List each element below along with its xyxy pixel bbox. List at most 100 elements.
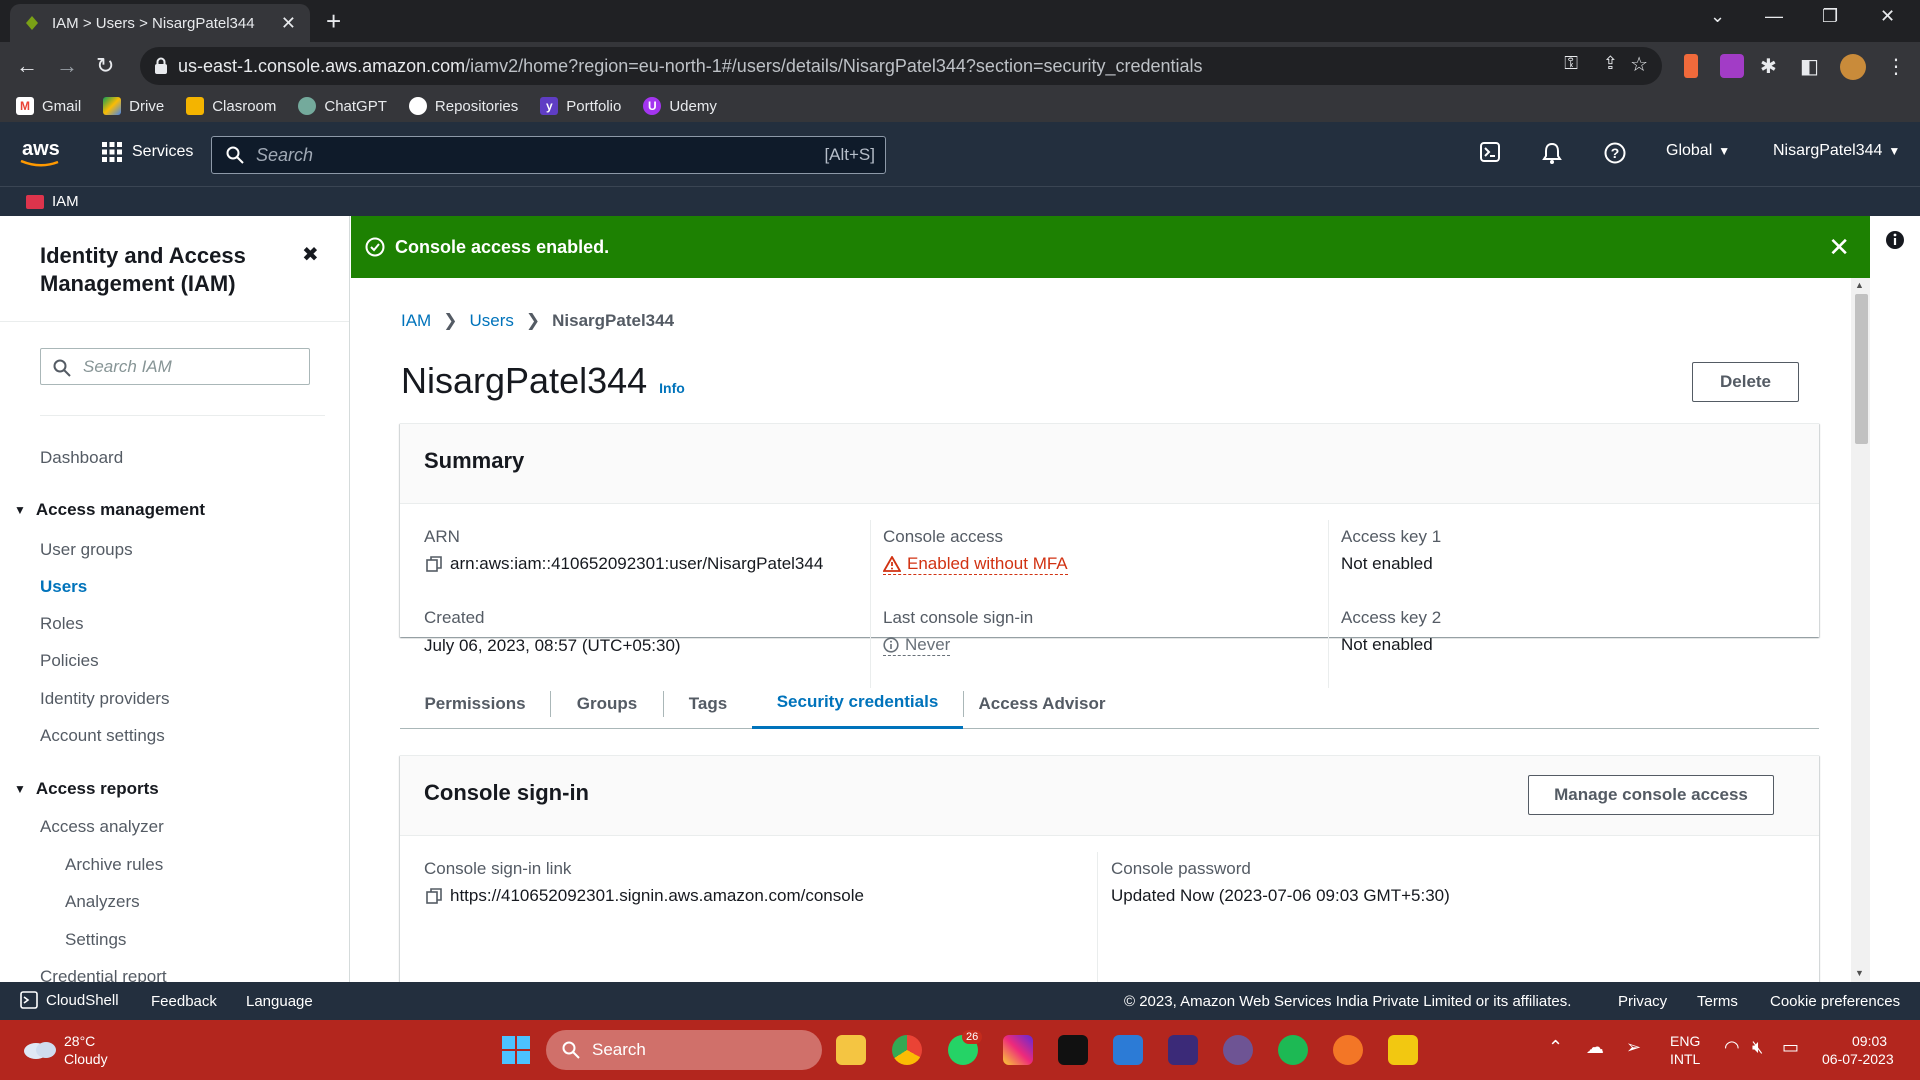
reload-icon[interactable]: ↻ bbox=[96, 52, 114, 80]
github-desktop-icon[interactable] bbox=[1223, 1035, 1253, 1065]
copy-icon[interactable] bbox=[426, 556, 442, 572]
sidebar-item-policies[interactable]: Policies bbox=[40, 651, 99, 671]
language-link[interactable]: Language bbox=[246, 993, 313, 1010]
close-icon[interactable]: ✖ bbox=[302, 242, 319, 267]
aws-logo[interactable]: aws bbox=[20, 138, 60, 167]
region-selector[interactable]: Global ▼ bbox=[1666, 142, 1730, 160]
bookmark-repositories[interactable]: Repositories bbox=[408, 97, 518, 115]
sidebar-item-account-settings[interactable]: Account settings bbox=[40, 726, 165, 746]
back-icon[interactable]: ← bbox=[16, 52, 38, 80]
notifications-bell-icon[interactable] bbox=[1542, 142, 1562, 164]
aws-search-input[interactable]: Search [Alt+S] bbox=[211, 136, 886, 174]
sidebar-item-roles[interactable]: Roles bbox=[40, 614, 83, 634]
sidebar-item-analyzers[interactable]: Analyzers bbox=[65, 892, 140, 912]
onedrive-icon[interactable]: ☁ bbox=[1586, 1038, 1604, 1056]
side-panel-icon[interactable]: ◧ bbox=[1800, 54, 1824, 78]
weather-temp[interactable]: 28°C bbox=[64, 1032, 95, 1050]
breadcrumb-users[interactable]: Users bbox=[469, 311, 513, 331]
sidebar-item-user-groups[interactable]: User groups bbox=[40, 540, 133, 560]
taskbar-search[interactable]: Search bbox=[546, 1030, 822, 1070]
input-lang[interactable]: ENG bbox=[1670, 1032, 1700, 1050]
instagram-icon[interactable] bbox=[1003, 1035, 1033, 1065]
tab-close-icon[interactable]: ✕ bbox=[281, 13, 296, 34]
window-close-icon[interactable]: ✕ bbox=[1880, 6, 1895, 27]
sidebar-section-access-reports[interactable]: ▼ Access reports bbox=[14, 779, 159, 799]
app-icon[interactable] bbox=[1168, 1035, 1198, 1065]
key-icon[interactable]: ⚿ bbox=[1564, 53, 1578, 74]
menu-kebab-icon[interactable]: ⋮ bbox=[1886, 54, 1910, 78]
iam-shortcut[interactable]: IAM bbox=[52, 193, 79, 210]
cloudshell-footer-button[interactable]: CloudShell bbox=[20, 991, 119, 1009]
gmail-icon: M bbox=[16, 97, 34, 115]
tab-access-advisor[interactable]: Access Advisor bbox=[964, 678, 1120, 729]
maximize-icon[interactable]: ❐ bbox=[1822, 6, 1838, 27]
terms-link[interactable]: Terms bbox=[1697, 993, 1738, 1010]
chrome-icon[interactable] bbox=[892, 1035, 922, 1065]
sidebar-item-users[interactable]: Users bbox=[40, 577, 87, 597]
help-icon[interactable]: ? bbox=[1604, 142, 1626, 164]
bookmark-drive[interactable]: Drive bbox=[103, 97, 164, 115]
scrollbar-thumb[interactable] bbox=[1855, 294, 1868, 444]
spotify-icon[interactable] bbox=[1278, 1035, 1308, 1065]
scroll-up-icon[interactable]: ▲ bbox=[1855, 280, 1864, 290]
bookmark-star-icon[interactable]: ☆ bbox=[1630, 52, 1648, 77]
volume-muted-icon[interactable]: 🔇︎ bbox=[1752, 1038, 1763, 1056]
forward-icon[interactable]: → bbox=[56, 52, 78, 80]
bookmark-gmail[interactable]: M Gmail bbox=[16, 97, 81, 115]
breadcrumb-iam[interactable]: IAM bbox=[401, 311, 431, 331]
sidebar-item-access-analyzer[interactable]: Access analyzer bbox=[40, 817, 164, 837]
account-menu[interactable]: NisargPatel344 ▼ bbox=[1773, 142, 1900, 160]
bookmark-portfolio[interactable]: y Portfolio bbox=[540, 97, 621, 115]
scroll-down-icon[interactable]: ▼ bbox=[1855, 968, 1864, 978]
extension-icon[interactable] bbox=[1684, 54, 1698, 78]
vscode-icon[interactable] bbox=[1113, 1035, 1143, 1065]
extension-icon[interactable] bbox=[1720, 54, 1744, 78]
info-panel-icon[interactable] bbox=[1885, 230, 1905, 250]
sidebar-section-access-management[interactable]: ▼ Access management bbox=[14, 500, 205, 520]
sidebar-item-archive-rules[interactable]: Archive rules bbox=[65, 855, 163, 875]
clock-time[interactable]: 09:03 bbox=[1852, 1032, 1887, 1050]
windows-start-icon[interactable] bbox=[502, 1036, 530, 1064]
address-bar[interactable]: us-east-1.console.aws.amazon.com/iamv2/h… bbox=[140, 47, 1662, 85]
delete-button[interactable]: Delete bbox=[1692, 362, 1799, 402]
last-signin-value[interactable]: Never bbox=[883, 635, 951, 656]
sidebar-item-identity-providers[interactable]: Identity providers bbox=[40, 689, 169, 709]
minimize-icon[interactable]: — bbox=[1765, 6, 1783, 27]
bookmark-classroom[interactable]: Clasroom bbox=[186, 97, 276, 115]
scrollbar[interactable]: ▲ ▼ bbox=[1851, 278, 1870, 982]
cookie-preferences-link[interactable]: Cookie preferences bbox=[1770, 993, 1900, 1010]
tab-tags[interactable]: Tags bbox=[664, 678, 752, 729]
bookmark-udemy[interactable]: U Udemy bbox=[643, 97, 717, 115]
wifi-icon[interactable]: ◠ bbox=[1724, 1038, 1740, 1056]
sidebar-item-settings[interactable]: Settings bbox=[65, 930, 126, 950]
location-icon[interactable]: ➢ bbox=[1626, 1038, 1641, 1056]
feedback-link[interactable]: Feedback bbox=[151, 993, 217, 1010]
bookmark-chatgpt[interactable]: ChatGPT bbox=[298, 97, 387, 115]
cloudshell-icon[interactable] bbox=[1480, 142, 1500, 162]
sidebar-item-credential-report[interactable]: Credential report bbox=[40, 967, 167, 982]
close-icon[interactable]: ✕ bbox=[1828, 232, 1850, 263]
tab-security-credentials[interactable]: Security credentials bbox=[752, 678, 963, 729]
console-access-value[interactable]: Enabled without MFA bbox=[883, 554, 1068, 575]
tab-search-icon[interactable]: ⌄ bbox=[1710, 6, 1725, 27]
tab-permissions[interactable]: Permissions bbox=[400, 678, 550, 729]
extensions-puzzle-icon[interactable]: ✱ bbox=[1760, 54, 1784, 78]
profile-avatar[interactable] bbox=[1840, 54, 1866, 80]
battery-icon[interactable]: ▭ bbox=[1782, 1038, 1799, 1056]
copy-icon[interactable] bbox=[426, 888, 442, 904]
tradingview-icon[interactable] bbox=[1058, 1035, 1088, 1065]
new-tab-icon[interactable]: + bbox=[326, 8, 341, 34]
services-menu[interactable]: Services bbox=[102, 142, 193, 162]
info-link[interactable]: Info bbox=[659, 380, 685, 396]
tab-groups[interactable]: Groups bbox=[551, 678, 663, 729]
browser-tab[interactable]: IAM > Users > NisargPatel344 ✕ bbox=[10, 4, 310, 42]
powerbi-icon[interactable] bbox=[1388, 1035, 1418, 1065]
file-explorer-icon[interactable] bbox=[836, 1035, 866, 1065]
share-icon[interactable]: ⇪ bbox=[1603, 53, 1618, 74]
privacy-link[interactable]: Privacy bbox=[1618, 993, 1667, 1010]
jupyter-icon[interactable] bbox=[1333, 1035, 1363, 1065]
manage-console-access-button[interactable]: Manage console access bbox=[1528, 775, 1774, 815]
sidebar-item-dashboard[interactable]: Dashboard bbox=[40, 448, 123, 468]
tray-chevron-up-icon[interactable]: ⌃ bbox=[1548, 1038, 1563, 1056]
search-iam-input[interactable]: Search IAM bbox=[40, 348, 310, 385]
